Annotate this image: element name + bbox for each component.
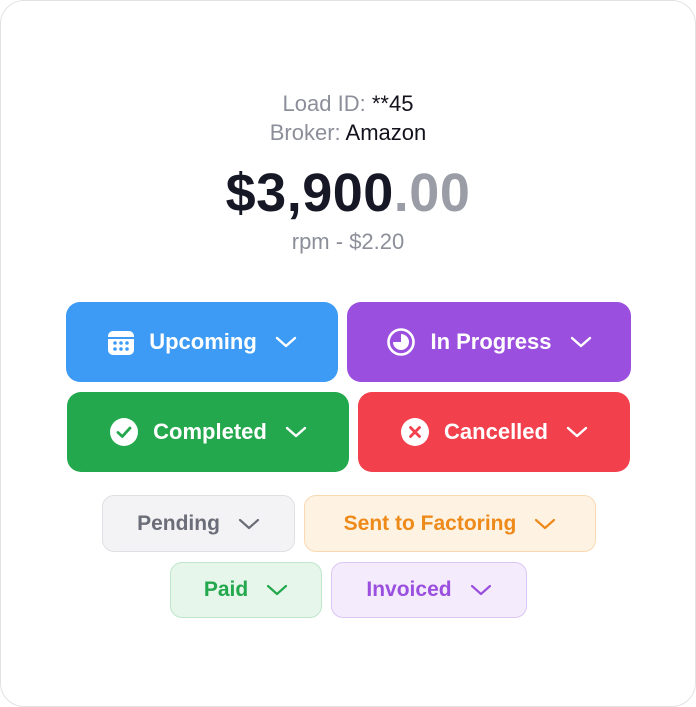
- paid-pill[interactable]: Paid: [170, 562, 322, 618]
- calendar-icon: [107, 328, 135, 356]
- broker-value: Amazon: [345, 120, 427, 145]
- sent-to-factoring-pill[interactable]: Sent to Factoring: [304, 495, 596, 552]
- broker-line: Broker: Amazon: [0, 120, 696, 146]
- upcoming-button[interactable]: Upcoming: [66, 302, 338, 382]
- completed-label: Completed: [153, 419, 267, 444]
- amount-cents: .00: [393, 163, 471, 223]
- chevron-down-icon: [534, 517, 556, 531]
- chevron-down-icon: [570, 335, 592, 349]
- completed-button[interactable]: Completed: [67, 392, 349, 472]
- broker-label: Broker:: [269, 120, 341, 145]
- cancelled-label: Cancelled: [444, 419, 548, 444]
- load-id-line: Load ID: **45: [0, 91, 696, 117]
- check-circle-icon: [109, 417, 139, 447]
- chevron-down-icon: [266, 583, 288, 597]
- upcoming-label: Upcoming: [149, 329, 257, 354]
- load-id-label: Load ID:: [282, 91, 366, 116]
- in-progress-button[interactable]: In Progress: [347, 302, 631, 382]
- chevron-down-icon: [238, 517, 260, 531]
- progress-clock-icon: [386, 327, 416, 357]
- sent-to-factoring-label: Sent to Factoring: [343, 511, 517, 535]
- load-id-value: **45: [371, 91, 414, 116]
- paid-label: Paid: [203, 578, 249, 601]
- pending-pill[interactable]: Pending: [102, 495, 295, 552]
- cancelled-button[interactable]: Cancelled: [358, 392, 630, 472]
- load-amount: $3,900.00: [0, 162, 696, 224]
- in-progress-label: In Progress: [430, 329, 552, 354]
- chevron-down-icon: [285, 425, 307, 439]
- amount-whole: $3,900: [225, 163, 394, 223]
- invoiced-label: Invoiced: [366, 578, 452, 601]
- x-circle-icon: [400, 417, 430, 447]
- chevron-down-icon: [470, 583, 492, 597]
- chevron-down-icon: [566, 425, 588, 439]
- pending-label: Pending: [137, 511, 220, 535]
- chevron-down-icon: [275, 335, 297, 349]
- rpm-value: rpm - $2.20: [291, 229, 405, 254]
- invoiced-pill[interactable]: Invoiced: [331, 562, 527, 618]
